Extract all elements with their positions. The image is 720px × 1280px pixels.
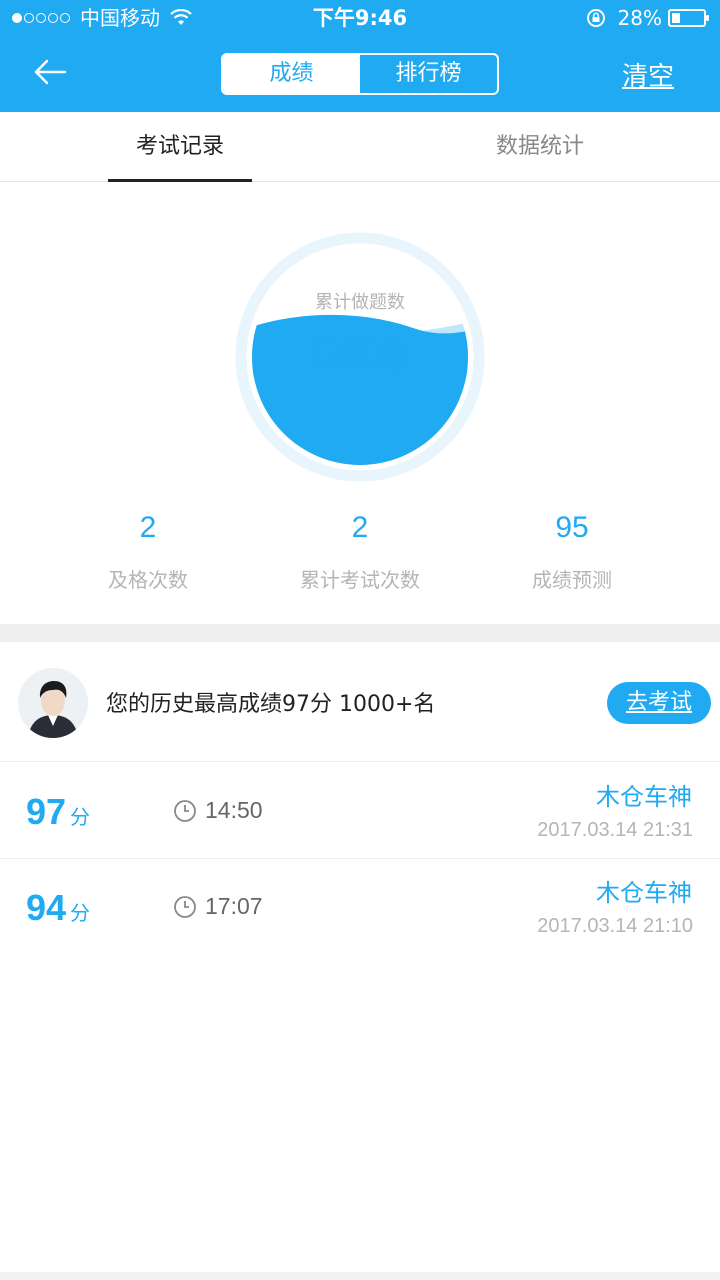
clock-icon: [174, 800, 196, 822]
bottom-strip: [0, 1272, 720, 1280]
rotation-lock-icon: [586, 9, 605, 27]
record-score-unit: 分: [70, 805, 91, 829]
stat-label: 及格次数: [108, 568, 188, 592]
segment-scores[interactable]: 成绩: [223, 55, 360, 93]
record-duration: 14:50: [205, 797, 263, 823]
stat-value: 2: [351, 511, 369, 544]
stat-value: 95: [555, 511, 589, 544]
section-divider: [0, 624, 720, 642]
record-score-unit: 分: [70, 901, 91, 925]
segment-leaderboard[interactable]: 排行榜: [360, 55, 497, 93]
best-score-text: 您的历史最高成绩97分 1000+名: [106, 692, 436, 717]
best-score-row: 您的历史最高成绩97分 1000+名 去考试: [0, 642, 720, 762]
stat-score-prediction: 95 成绩预测: [452, 508, 692, 593]
record-score: 94 分: [26, 887, 90, 929]
record-date: 2017.03.14 21:31: [537, 819, 693, 841]
avatar[interactable]: [18, 668, 88, 738]
segmented-control: 成绩 排行榜: [221, 53, 499, 95]
tab-exam-records[interactable]: 考试记录: [108, 112, 252, 182]
stat-label: 累计考试次数: [300, 568, 420, 592]
record-score: 97 分: [26, 791, 90, 833]
record-tabs: 考试记录 数据统计: [0, 112, 720, 182]
clock-icon: [174, 896, 196, 918]
record-score-value: 94: [26, 887, 67, 928]
gauge-value: 5608: [313, 330, 407, 377]
top-bar: 中国移动 下午9:46 28% 成绩 排行榜 清空: [0, 0, 720, 112]
take-exam-button[interactable]: 去考试: [607, 682, 711, 724]
back-arrow-icon[interactable]: [32, 54, 68, 90]
stat-exam-count: 2 累计考试次数: [240, 508, 480, 593]
battery-percent: 28%: [617, 6, 662, 30]
stat-value: 2: [139, 511, 157, 544]
exam-record-row[interactable]: 97 分 14:50 木仓车神 2017.03.14 21:31: [0, 763, 720, 859]
battery-icon: [668, 9, 709, 27]
record-date: 2017.03.14 21:10: [537, 915, 693, 937]
record-duration: 17:07: [205, 893, 263, 919]
stat-label: 成绩预测: [532, 568, 612, 592]
exam-record-row[interactable]: 94 分 17:07 木仓车神 2017.03.14 21:10: [0, 859, 720, 955]
status-bar: 中国移动 下午9:46 28%: [0, 0, 720, 36]
tab-data-statistics[interactable]: 数据统计: [468, 112, 612, 182]
user-avatar-image: [18, 668, 88, 738]
record-username: 木仓车神: [596, 783, 692, 811]
stat-pass-count: 2 及格次数: [28, 508, 268, 593]
record-username: 木仓车神: [596, 879, 692, 907]
record-score-value: 97: [26, 791, 67, 832]
clear-button[interactable]: 清空: [622, 56, 674, 93]
gauge-label: 累计做题数: [315, 292, 405, 313]
